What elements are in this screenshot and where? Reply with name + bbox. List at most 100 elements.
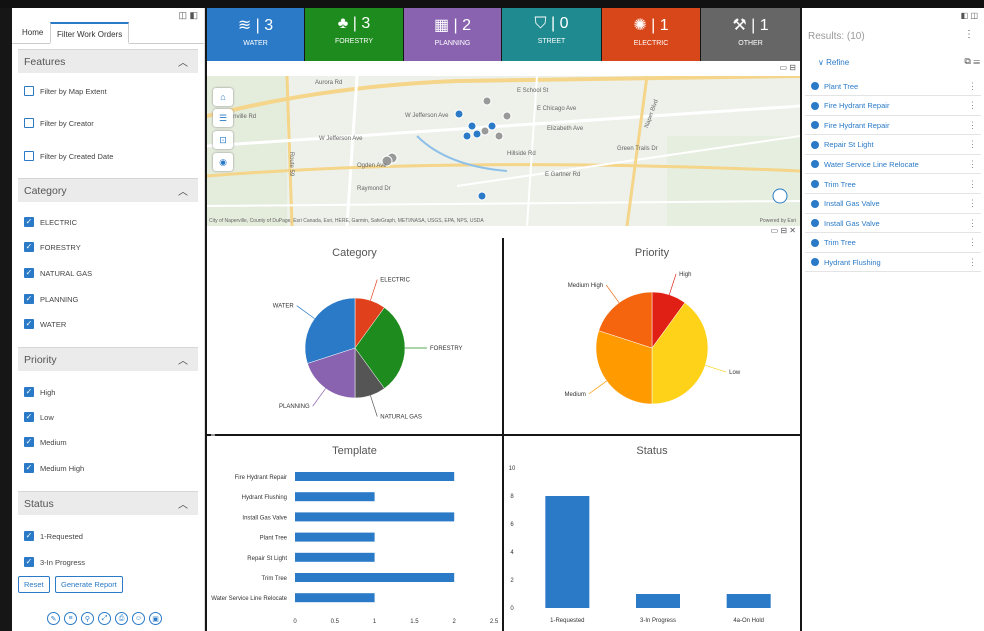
more-options-icon[interactable]: ⋮	[968, 120, 977, 131]
priority-item[interactable]: ✓ Medium High	[24, 461, 84, 475]
result-item[interactable]: Water Service Line Relocate ⋮	[805, 155, 981, 175]
checkbox-checked-icon[interactable]: ✓	[24, 531, 34, 541]
more-options-icon[interactable]: ⋮	[968, 237, 977, 248]
tab-home[interactable]: Home	[16, 22, 49, 44]
result-item[interactable]: Fire Hydrant Repair ⋮	[805, 97, 981, 116]
result-item[interactable]: Fire Hydrant Repair ⋮	[805, 116, 981, 136]
reset-button[interactable]: Reset	[18, 576, 50, 593]
bar[interactable]	[295, 472, 455, 481]
bar[interactable]	[295, 512, 455, 522]
layers-icon[interactable]: ☰	[213, 109, 233, 127]
feature-item[interactable]: Filter by Creator	[24, 116, 94, 130]
view-toggle-icons[interactable]: ⧉ ☰	[964, 56, 980, 67]
layers-icon[interactable]: ▣	[149, 612, 162, 625]
more-options-icon[interactable]: ⋮	[968, 257, 977, 268]
generate-report-button[interactable]: Generate Report	[55, 576, 123, 593]
tile-other[interactable]: ⚒ | 1 OTHER	[701, 8, 800, 61]
status-item[interactable]: ✓ 1-Requested	[24, 529, 83, 543]
checkbox-checked-icon[interactable]: ✓	[24, 268, 34, 278]
chevron-up-icon[interactable]: ︿	[178, 496, 188, 511]
x-tick-label: 1.5	[410, 619, 419, 625]
checkbox-icon[interactable]	[24, 151, 34, 161]
category-item[interactable]: ✓ NATURAL GAS	[24, 266, 92, 280]
chevron-up-icon[interactable]: ︿	[178, 183, 188, 198]
more-options-icon[interactable]: ⋮	[968, 218, 977, 229]
list-icon[interactable]: ≡	[64, 612, 77, 625]
edit-icon[interactable]: ✎	[47, 612, 60, 625]
chevron-up-icon[interactable]: ︿	[178, 54, 188, 69]
bar[interactable]	[726, 594, 771, 608]
tile-street[interactable]: ⛉ | 0 STREET	[502, 8, 601, 61]
bar[interactable]	[545, 496, 590, 608]
print-icon[interactable]: ⎙	[115, 612, 128, 625]
more-options-icon[interactable]: ⋮	[968, 179, 977, 190]
more-options-icon[interactable]: ⋮	[968, 198, 977, 209]
expand-icon[interactable]: ⤢	[98, 612, 111, 625]
result-item[interactable]: Repair St Light ⋮	[805, 136, 981, 155]
bar[interactable]	[295, 532, 375, 542]
priority-item[interactable]: ✓ High	[24, 385, 55, 399]
bookmark-icon[interactable]: ⊡	[213, 131, 233, 149]
more-options-icon[interactable]: ⋮	[968, 139, 977, 150]
tab-filter-work-orders[interactable]: Filter Work Orders	[50, 22, 130, 44]
priority-item[interactable]: ✓ Medium	[24, 435, 67, 449]
more-options-icon[interactable]: ⋮	[964, 29, 974, 40]
more-options-icon[interactable]: ⋮	[968, 81, 977, 92]
result-item[interactable]: Trim Tree ⋮	[805, 175, 981, 194]
checkbox-checked-icon[interactable]: ✓	[24, 387, 34, 397]
result-item[interactable]: Install Gas Valve ⋮	[805, 214, 981, 234]
home-icon[interactable]: ⌂	[213, 88, 233, 106]
maximize-icon[interactable]: ▭ ⊟	[780, 63, 796, 72]
category-item[interactable]: ✓ ELECTRIC	[24, 215, 77, 229]
bar[interactable]	[295, 573, 455, 582]
checkbox-checked-icon[interactable]: ✓	[24, 557, 34, 567]
road-label: W Jefferson Ave	[319, 136, 363, 142]
result-item[interactable]: Plant Tree ⋮	[805, 77, 981, 96]
more-options-icon[interactable]: ⋮	[968, 159, 977, 170]
result-item[interactable]: Hydrant Flushing ⋮	[805, 253, 981, 273]
chart-toolbar: ▭ ⊟ ✕	[207, 226, 800, 238]
location-icon[interactable]: ⚲	[81, 612, 94, 625]
user-icon[interactable]: ☺	[132, 612, 145, 625]
tile-planning[interactable]: ▦ | 2 PLANNING	[404, 8, 501, 61]
checkbox-checked-icon[interactable]: ✓	[24, 217, 34, 227]
category-item[interactable]: ✓ PLANNING	[24, 292, 78, 306]
panel-dock-icon[interactable]: ◧ ◫	[961, 11, 978, 20]
status-item[interactable]: ✓ 3-In Progress	[24, 555, 85, 569]
feature-item[interactable]: Filter by Created Date	[24, 149, 113, 163]
feature-item[interactable]: Filter by Map Extent	[24, 84, 107, 98]
bar[interactable]	[636, 594, 680, 608]
priority-label: Medium High	[40, 463, 85, 473]
checkbox-checked-icon[interactable]: ✓	[24, 294, 34, 304]
category-item[interactable]: ✓ WATER	[24, 317, 66, 331]
chart-window-icons[interactable]: ▭ ⊟ ✕	[771, 226, 796, 235]
bar[interactable]	[295, 552, 375, 562]
checkbox-checked-icon[interactable]: ✓	[24, 412, 34, 422]
tile-electric[interactable]: ✺ | 1 ELECTRIC	[602, 8, 700, 61]
checkbox-checked-icon[interactable]: ✓	[24, 242, 34, 252]
panel-dock-icon[interactable]: ◫ ◧	[178, 10, 198, 21]
category-item[interactable]: ✓ FORESTRY	[24, 240, 81, 254]
checkbox-checked-icon[interactable]: ✓	[24, 437, 34, 447]
category-header[interactable]: Category ︿	[18, 178, 198, 202]
checkbox-icon[interactable]	[24, 118, 34, 128]
checkbox-checked-icon[interactable]: ✓	[24, 319, 34, 329]
priority-header[interactable]: Priority ︿	[18, 347, 198, 371]
tile-forestry[interactable]: ♣ | 3 FORESTRY	[305, 8, 403, 61]
map-view[interactable]: Aurora Rd W Jefferson Ave W Jefferson Av…	[207, 76, 800, 226]
bar[interactable]	[295, 492, 375, 502]
chevron-up-icon[interactable]: ︿	[178, 352, 188, 367]
refine-toggle[interactable]: ∨ Refine	[818, 58, 849, 67]
tile-water[interactable]: ≋ | 3 WATER	[207, 8, 304, 61]
result-item[interactable]: Trim Tree ⋮	[805, 234, 981, 253]
basemap-icon[interactable]: ◉	[213, 153, 233, 171]
priority-item[interactable]: ✓ Low	[24, 410, 54, 424]
checkbox-checked-icon[interactable]: ✓	[24, 463, 34, 473]
result-item[interactable]: Install Gas Valve ⋮	[805, 195, 981, 214]
more-options-icon[interactable]: ⋮	[968, 100, 977, 111]
bar[interactable]	[295, 593, 375, 603]
powered-by[interactable]: Powered by Esri	[760, 218, 796, 224]
checkbox-icon[interactable]	[24, 86, 34, 96]
status-header[interactable]: Status ︿	[18, 491, 198, 515]
features-header[interactable]: Features ︿	[18, 49, 198, 73]
